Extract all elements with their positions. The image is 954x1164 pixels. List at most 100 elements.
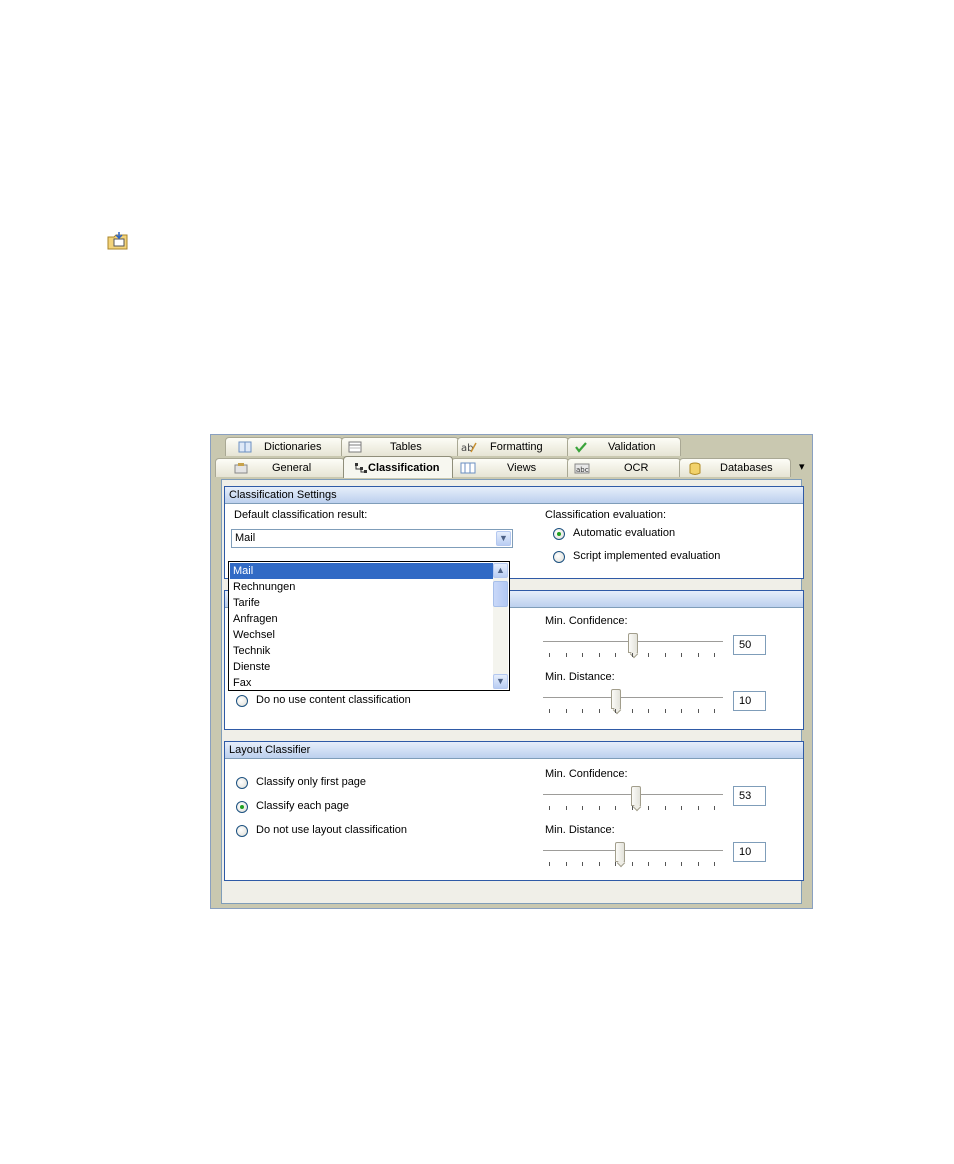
slider-tick xyxy=(565,653,567,657)
tab-databases[interactable]: Databases xyxy=(679,458,791,477)
tab-general[interactable]: General xyxy=(215,458,345,477)
content-min-confidence-slider[interactable] xyxy=(543,633,723,661)
tab-row-front: General Classification Views abc OCR Dat… xyxy=(211,456,811,478)
slider-tick xyxy=(549,709,550,713)
tab-classification[interactable]: Classification xyxy=(343,456,453,478)
slider-tick xyxy=(582,806,583,810)
dropdown-item-tarife[interactable]: Tarife xyxy=(230,595,493,611)
slider-tick xyxy=(697,653,699,657)
dropdown-item-technik[interactable]: Technik xyxy=(230,643,493,659)
slider-tick xyxy=(631,806,633,810)
slider-tick xyxy=(615,862,616,866)
group-header: Layout Classifier xyxy=(225,742,803,759)
svg-text:abc: abc xyxy=(576,466,589,474)
dropdown-item-dienste[interactable]: Dienste xyxy=(230,659,493,675)
slider-tick xyxy=(681,653,682,657)
slider-tick xyxy=(697,709,699,713)
default-classification-combo[interactable]: Mail ▼ xyxy=(231,529,513,548)
slider-tick xyxy=(582,709,583,713)
content-min-confidence-label: Min. Confidence: xyxy=(545,615,628,627)
slider-tick xyxy=(549,806,550,810)
classify-first-page-radio[interactable] xyxy=(236,777,248,789)
slider-tick xyxy=(598,653,600,657)
tab-label: Validation xyxy=(608,441,656,453)
slider-tick xyxy=(615,806,616,810)
slider-tick xyxy=(664,862,666,866)
tab-label: Formatting xyxy=(490,441,543,453)
content-min-confidence-input[interactable]: 50 xyxy=(733,635,766,655)
tab-validation[interactable]: Validation xyxy=(567,437,681,456)
automatic-evaluation-label: Automatic evaluation xyxy=(573,527,676,539)
layout-min-distance-slider[interactable] xyxy=(543,842,723,870)
slider-tick xyxy=(565,862,567,866)
slider-tick xyxy=(582,653,583,657)
tab-dictionaries[interactable]: Dictionaries xyxy=(225,437,343,456)
default-classification-label: Default classification result: xyxy=(234,509,368,521)
no-layout-classification-label: Do not use layout classification xyxy=(256,824,408,836)
tab-label: Databases xyxy=(720,462,773,474)
slider-tick xyxy=(681,806,682,810)
slider-tick xyxy=(648,806,649,810)
tab-label: Dictionaries xyxy=(264,441,322,453)
layout-min-confidence-slider[interactable] xyxy=(543,786,723,814)
no-layout-classification-radio[interactable] xyxy=(236,825,248,837)
script-evaluation-radio[interactable] xyxy=(553,551,565,563)
classify-each-page-radio[interactable] xyxy=(236,801,248,813)
book-icon xyxy=(238,441,252,453)
tab-content-panel: Classification Settings Default classifi… xyxy=(221,479,804,904)
tab-label: Tables xyxy=(390,441,422,453)
content-min-distance-label: Min. Distance: xyxy=(545,671,615,683)
slider-tick xyxy=(598,806,600,810)
slider-tick xyxy=(549,862,550,866)
dropdown-item-rechnungen[interactable]: Rechnungen xyxy=(230,579,493,595)
layout-classifier-group: Layout Classifier Classify only first pa… xyxy=(224,741,804,881)
slider-tick xyxy=(631,709,633,713)
chevron-up-icon[interactable]: ▲ xyxy=(493,563,508,578)
slider-thumb[interactable] xyxy=(631,786,641,806)
slider-tick xyxy=(549,653,550,657)
slider-tick xyxy=(664,653,666,657)
content-min-distance-input[interactable]: 10 xyxy=(733,691,766,711)
slider-tick xyxy=(598,862,600,866)
slider-tick xyxy=(582,862,583,866)
tab-ocr[interactable]: abc OCR xyxy=(567,458,681,477)
database-icon xyxy=(688,462,702,475)
slider-tick xyxy=(714,709,715,713)
slider-thumb[interactable] xyxy=(628,633,638,653)
slider-thumb[interactable] xyxy=(615,842,625,862)
slider-tick xyxy=(615,653,616,657)
layout-min-distance-label: Min. Distance: xyxy=(545,824,615,836)
slider-tick xyxy=(648,653,649,657)
layout-min-confidence-input[interactable]: 53 xyxy=(733,786,766,806)
classification-dropdown-list: Mail Rechnungen Tarife Anfragen Wechsel … xyxy=(228,561,510,691)
classify-first-page-label: Classify only first page xyxy=(256,776,367,788)
content-min-distance-slider[interactable] xyxy=(543,689,723,717)
script-evaluation-label: Script implemented evaluation xyxy=(573,550,721,562)
slider-tick xyxy=(598,709,600,713)
tab-tables[interactable]: Tables xyxy=(341,437,459,456)
dropdown-item-wechsel[interactable]: Wechsel xyxy=(230,627,493,643)
dropdown-scrollbar[interactable]: ▲ ▼ xyxy=(493,563,508,689)
layout-min-confidence-label: Min. Confidence: xyxy=(545,768,628,780)
tab-views[interactable]: Views xyxy=(451,458,569,477)
dropdown-item-anfragen[interactable]: Anfragen xyxy=(230,611,493,627)
combo-value: Mail xyxy=(235,532,256,544)
slider-tick xyxy=(631,653,633,657)
automatic-evaluation-radio[interactable] xyxy=(553,528,565,540)
slider-tick xyxy=(681,862,682,866)
chevron-down-icon[interactable]: ▼ xyxy=(493,674,508,689)
tab-overflow-button[interactable]: ▾ xyxy=(799,460,805,473)
dropdown-item-fax[interactable]: Fax xyxy=(230,675,493,691)
scrollbar-thumb[interactable] xyxy=(493,581,508,607)
classify-each-page-label: Classify each page xyxy=(256,800,349,812)
tab-label: Classification xyxy=(368,462,440,474)
formatting-icon: ab xyxy=(461,441,477,454)
no-content-classification-radio[interactable] xyxy=(236,695,248,707)
slider-thumb[interactable] xyxy=(611,689,621,709)
tab-formatting[interactable]: ab Formatting xyxy=(457,437,569,456)
chevron-down-icon[interactable]: ▼ xyxy=(496,531,511,546)
layout-min-distance-input[interactable]: 10 xyxy=(733,842,766,862)
dropdown-item-mail[interactable]: Mail xyxy=(230,563,493,579)
slider-tick xyxy=(697,862,699,866)
ocr-icon: abc xyxy=(574,462,590,474)
